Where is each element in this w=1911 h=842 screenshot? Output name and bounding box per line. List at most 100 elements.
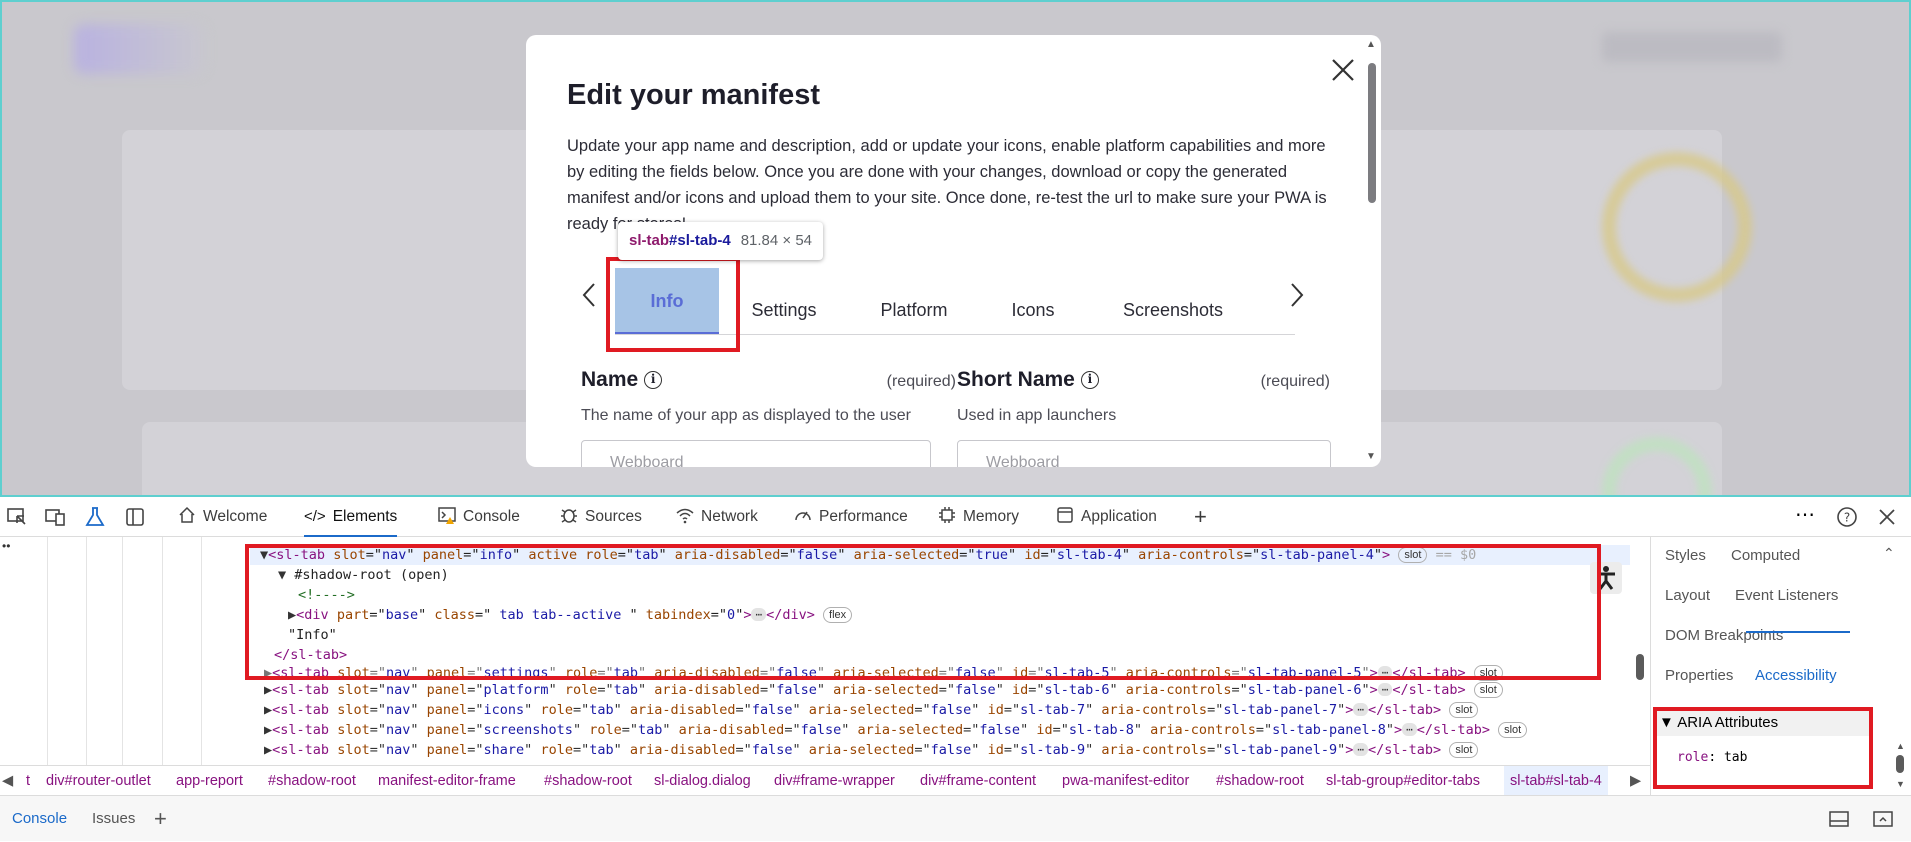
- scroll-thumb[interactable]: [1368, 63, 1376, 203]
- tabs-scroll-next-button[interactable]: [1286, 280, 1306, 310]
- tab-sources[interactable]: Sources: [560, 497, 642, 537]
- tab-network[interactable]: Network: [676, 497, 758, 537]
- wifi-icon: [676, 508, 694, 524]
- drawer-add-tab-button[interactable]: +: [154, 796, 167, 842]
- side-tab-dom-breakpoints[interactable]: DOM Breakpoints: [1665, 627, 1783, 644]
- dom-node-sl-tab-8[interactable]: ▶<sl-tab slot="nav" panel="screenshots" …: [264, 720, 1528, 740]
- slot-badge[interactable]: slot: [1449, 742, 1479, 758]
- tab-platform[interactable]: Platform: [854, 290, 974, 330]
- short-name-label-text: Short Name: [957, 368, 1075, 391]
- tab-icons[interactable]: Icons: [988, 290, 1078, 330]
- slot-badge[interactable]: slot: [1449, 702, 1479, 718]
- tab-elements-label: Elements: [332, 508, 398, 525]
- more-options-button[interactable]: ⋯: [1794, 505, 1816, 528]
- code-icon: </>: [304, 508, 326, 525]
- side-tab-accessibility[interactable]: Accessibility: [1755, 667, 1837, 684]
- breadcrumb-item-selected[interactable]: sl-tab#sl-tab-4: [1504, 766, 1608, 795]
- collapsed-children-icon[interactable]: ⋯: [1353, 703, 1369, 716]
- side-tab-computed[interactable]: Computed: [1731, 547, 1800, 564]
- attr-value: screenshots: [483, 722, 573, 738]
- tabs-scroll-prev-button[interactable]: [580, 280, 600, 310]
- dock-drawer-button[interactable]: [1828, 808, 1850, 830]
- annotation-box-dom: [245, 544, 1601, 680]
- collapsed-children-icon[interactable]: ⋯: [1402, 723, 1417, 736]
- help-button[interactable]: ?: [1836, 506, 1858, 528]
- name-input[interactable]: Webboard: [581, 440, 931, 467]
- breadcrumb-item[interactable]: app-report: [176, 766, 243, 795]
- expand-icon: [1873, 811, 1893, 827]
- side-tab-styles[interactable]: Styles: [1665, 547, 1706, 564]
- attr-value: sl-tab-6: [1044, 682, 1110, 698]
- inspect-element-button[interactable]: [6, 506, 28, 528]
- tab-settings[interactable]: Settings: [732, 290, 836, 330]
- scroll-down-icon[interactable]: ▼: [1366, 451, 1376, 462]
- breadcrumb-item[interactable]: div#frame-wrapper: [774, 766, 895, 795]
- breadcrumb-item[interactable]: div#frame-content: [920, 766, 1036, 795]
- breadcrumb-item[interactable]: manifest-editor-frame: [378, 766, 516, 795]
- experiments-button[interactable]: [84, 506, 106, 528]
- side-tab-properties[interactable]: Properties: [1665, 667, 1733, 684]
- dom-node-sl-tab-6[interactable]: ▶<sl-tab slot="nav" panel="platform" rol…: [264, 680, 1503, 700]
- side-tab-layout[interactable]: Layout: [1665, 587, 1710, 604]
- side-tab-event-listeners[interactable]: Event Listeners: [1735, 587, 1838, 604]
- collapsed-children-icon[interactable]: ⋯: [1353, 743, 1369, 756]
- breadcrumb-item[interactable]: pwa-manifest-editor: [1062, 766, 1189, 795]
- breadcrumb-item[interactable]: t: [26, 766, 30, 795]
- drawer-tab-issues[interactable]: Issues: [92, 796, 135, 842]
- breadcrumb-item[interactable]: sl-tab-group#editor-tabs: [1326, 766, 1480, 795]
- chevron-right-icon: [1291, 283, 1304, 307]
- close-icon: [1332, 59, 1354, 81]
- dock-icon: [1829, 811, 1849, 827]
- dialog-title: Edit your manifest: [567, 79, 820, 111]
- annotation-box-tab: [606, 257, 740, 352]
- dom-node-sl-tab-7[interactable]: ▶<sl-tab slot="nav" panel="icons" role="…: [264, 700, 1479, 720]
- breadcrumb-item[interactable]: #shadow-root: [268, 766, 356, 795]
- info-icon[interactable]: i: [1080, 371, 1099, 390]
- close-button[interactable]: [1328, 55, 1358, 85]
- tab-console[interactable]: Console: [438, 497, 520, 537]
- breadcrumb-item[interactable]: #shadow-root: [544, 766, 632, 795]
- tab-application-label: Application: [1081, 508, 1157, 525]
- expand-drawer-button[interactable]: [1872, 808, 1894, 830]
- tooltip-tag: sl-tab: [629, 232, 670, 249]
- tab-memory-label: Memory: [963, 508, 1019, 525]
- side-panel-scroll-thumb[interactable]: [1896, 755, 1904, 773]
- dom-tree-scroll-thumb[interactable]: [1636, 654, 1644, 680]
- breadcrumb-scroll-left-icon[interactable]: ◀: [2, 766, 13, 795]
- add-tool-button[interactable]: +: [1194, 497, 1207, 537]
- slot-badge[interactable]: slot: [1498, 722, 1528, 738]
- plus-icon: +: [1194, 504, 1207, 529]
- gutter-dots-icon: ••: [2, 539, 11, 553]
- tab-performance-label: Performance: [819, 508, 908, 525]
- dom-tree-gutter: ••: [0, 537, 250, 765]
- tab-welcome[interactable]: Welcome: [178, 497, 267, 537]
- breadcrumb-item[interactable]: sl-dialog.dialog: [654, 766, 751, 795]
- tab-screenshots[interactable]: Screenshots: [1098, 290, 1248, 330]
- chip-icon: [939, 507, 955, 523]
- dom-node-sl-tab-9[interactable]: ▶<sl-tab slot="nav" panel="share" role="…: [264, 740, 1479, 760]
- close-devtools-button[interactable]: [1876, 506, 1898, 528]
- name-label: Name i: [581, 368, 663, 392]
- tab-elements[interactable]: </> Elements: [304, 497, 398, 537]
- short-name-input[interactable]: Webboard: [957, 440, 1331, 467]
- scroll-up-icon[interactable]: ▲: [1896, 741, 1905, 751]
- breadcrumb-item[interactable]: div#router-outlet: [46, 766, 151, 795]
- side-panel-scrollbar[interactable]: ▲ ▼: [1896, 741, 1906, 801]
- collapsed-children-icon[interactable]: ⋯: [1377, 683, 1393, 696]
- gutter-divider: [86, 537, 87, 765]
- tab-sources-label: Sources: [585, 508, 642, 525]
- device-emulation-button[interactable]: [44, 506, 66, 528]
- scroll-down-icon[interactable]: ▼: [1896, 779, 1905, 789]
- chevron-up-icon[interactable]: ⌃: [1883, 545, 1895, 562]
- tab-memory[interactable]: Memory: [938, 497, 1019, 537]
- drawer-tab-console[interactable]: Console: [12, 796, 67, 842]
- scroll-up-icon[interactable]: ▲: [1366, 39, 1376, 50]
- breadcrumb-item[interactable]: #shadow-root: [1216, 766, 1304, 795]
- tab-performance[interactable]: Performance: [794, 497, 908, 537]
- tab-application[interactable]: Application: [1056, 497, 1157, 537]
- breadcrumb-scroll-right-icon[interactable]: ▶: [1630, 766, 1641, 795]
- dialog-scrollbar[interactable]: ▲ ▼: [1361, 35, 1381, 467]
- info-icon[interactable]: i: [644, 371, 663, 390]
- toggle-sidebar-button[interactable]: [124, 506, 146, 528]
- slot-badge[interactable]: slot: [1473, 682, 1503, 698]
